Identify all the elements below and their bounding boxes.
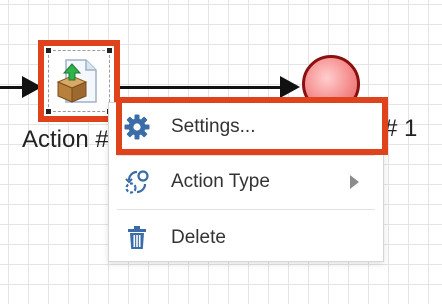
- end-node-label: # 1: [384, 115, 418, 142]
- action-type-icon: [125, 170, 149, 194]
- menu-item-action-type-label: Action Type: [171, 171, 270, 192]
- action-node-label: Action #: [22, 126, 109, 153]
- outgoing-edge[interactable]: [116, 86, 282, 89]
- menu-divider: [117, 155, 375, 156]
- settings-highlight: [116, 97, 388, 155]
- menu-item-delete-label: Delete: [171, 227, 226, 248]
- menu-divider: [117, 209, 375, 210]
- menu-item-delete[interactable]: Delete: [109, 215, 383, 261]
- chevron-right-icon: [350, 175, 359, 189]
- workflow-canvas[interactable]: Action # # 1 Settings... Action Type Del…: [0, 0, 442, 304]
- outgoing-edge-arrowhead: [280, 76, 300, 98]
- menu-item-action-type[interactable]: Action Type: [109, 159, 383, 205]
- trash-icon: [128, 226, 146, 249]
- incoming-edge[interactable]: [0, 86, 22, 89]
